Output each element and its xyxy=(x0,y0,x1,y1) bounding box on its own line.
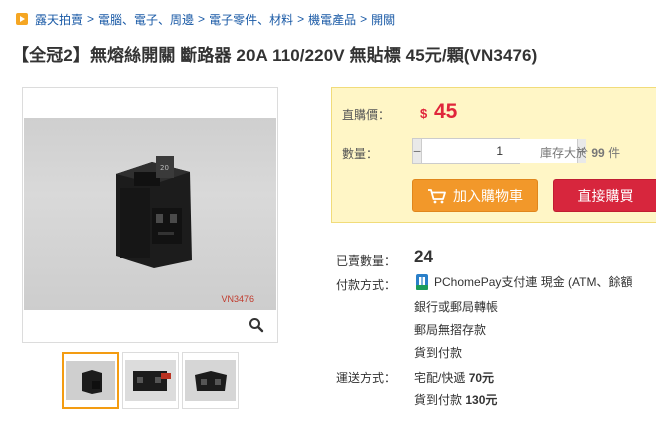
breadcrumb: 露天拍賣 > 電腦、電子、周邊 > 電子零件、材料 > 機電產品 > 開關 xyxy=(16,10,395,28)
shipping-label: 運送方式： xyxy=(336,371,397,385)
buy-now-label: 直接購買 xyxy=(577,187,634,204)
payment-pchome: PChomePay支付連 現金 (ATM、餘額 xyxy=(416,273,632,290)
stock-prefix: 庫存大於 xyxy=(540,146,589,160)
breadcrumb-item-electromechanical[interactable]: 機電產品 xyxy=(308,11,356,28)
circuit-breaker-image: 20 xyxy=(116,156,192,268)
breadcrumb-separator: > xyxy=(360,12,368,26)
quantity-decrement-button[interactable]: − xyxy=(413,139,422,163)
payment-bank: 銀行或郵局轉帳 xyxy=(414,300,499,314)
shipping-cod-label: 貨到付款 xyxy=(414,393,463,407)
breadcrumb-home-icon xyxy=(16,13,28,25)
breadcrumb-item-ruten[interactable]: 露天拍賣 xyxy=(35,11,83,28)
breadcrumb-separator: > xyxy=(87,12,95,26)
shipping-cod-price: 130元 xyxy=(465,393,498,407)
pchomepay-icon xyxy=(416,273,428,290)
stock-unit: 件 xyxy=(608,146,621,160)
add-to-cart-label: 加入購物車 xyxy=(453,187,523,204)
product-title: 【全冠2】無熔絲開關 斷路器 20A 110/220V 無貼標 45元/顆(VN… xyxy=(12,46,538,65)
svg-text:20: 20 xyxy=(160,164,169,172)
quantity-label: 數量： xyxy=(342,147,379,161)
breadcrumb-separator: > xyxy=(297,12,305,26)
shipping-home-label: 宅配/快遞 xyxy=(414,371,466,385)
purchase-box: 直購價： $ 45 數量： − + 庫存大於 99 件 加入購物車 直接購買 xyxy=(331,87,656,223)
product-photo[interactable]: 20 VN3476 xyxy=(24,118,276,310)
add-to-cart-button[interactable]: 加入購物車 xyxy=(412,179,538,212)
payment-postal: 郵局無摺存款 xyxy=(414,323,487,337)
thumbnail-3[interactable] xyxy=(182,352,239,409)
price-value: 45 xyxy=(434,100,458,123)
thumbnail-strip xyxy=(62,352,239,409)
payment-cod: 貨到付款 xyxy=(414,346,463,360)
breadcrumb-item-computers[interactable]: 電腦、電子、周邊 xyxy=(98,11,194,28)
breadcrumb-separator: > xyxy=(198,12,206,26)
breadcrumb-item-switches[interactable]: 開關 xyxy=(371,11,395,28)
stock-count: 99 xyxy=(591,146,605,160)
payment-pchome-text: PChomePay支付連 現金 (ATM、餘額 xyxy=(434,275,633,289)
photo-watermark: VN3476 xyxy=(221,294,254,304)
shipping-cod: 貨到付款 130元 xyxy=(414,391,497,408)
buy-now-button[interactable]: 直接購買 xyxy=(553,179,656,212)
stock-info: 庫存大於 99 件 xyxy=(540,144,620,161)
shipping-home: 宅配/快遞 70元 xyxy=(414,369,494,386)
currency-symbol: $ xyxy=(420,106,428,121)
payment-label: 付款方式： xyxy=(336,278,397,292)
cart-icon xyxy=(428,188,446,203)
thumbnail-1[interactable] xyxy=(62,352,119,409)
thumbnail-2[interactable] xyxy=(122,352,179,409)
quantity-stepper: − + xyxy=(412,138,587,164)
shipping-home-price: 70元 xyxy=(468,371,495,385)
main-image-frame: 20 VN3476 xyxy=(22,87,278,343)
breadcrumb-item-components[interactable]: 電子零件、材料 xyxy=(209,11,293,28)
zoom-icon[interactable] xyxy=(245,314,267,336)
sold-label: 已賣數量： xyxy=(336,254,397,268)
sold-count: 24 xyxy=(414,247,433,266)
price-label: 直購價： xyxy=(342,108,391,122)
